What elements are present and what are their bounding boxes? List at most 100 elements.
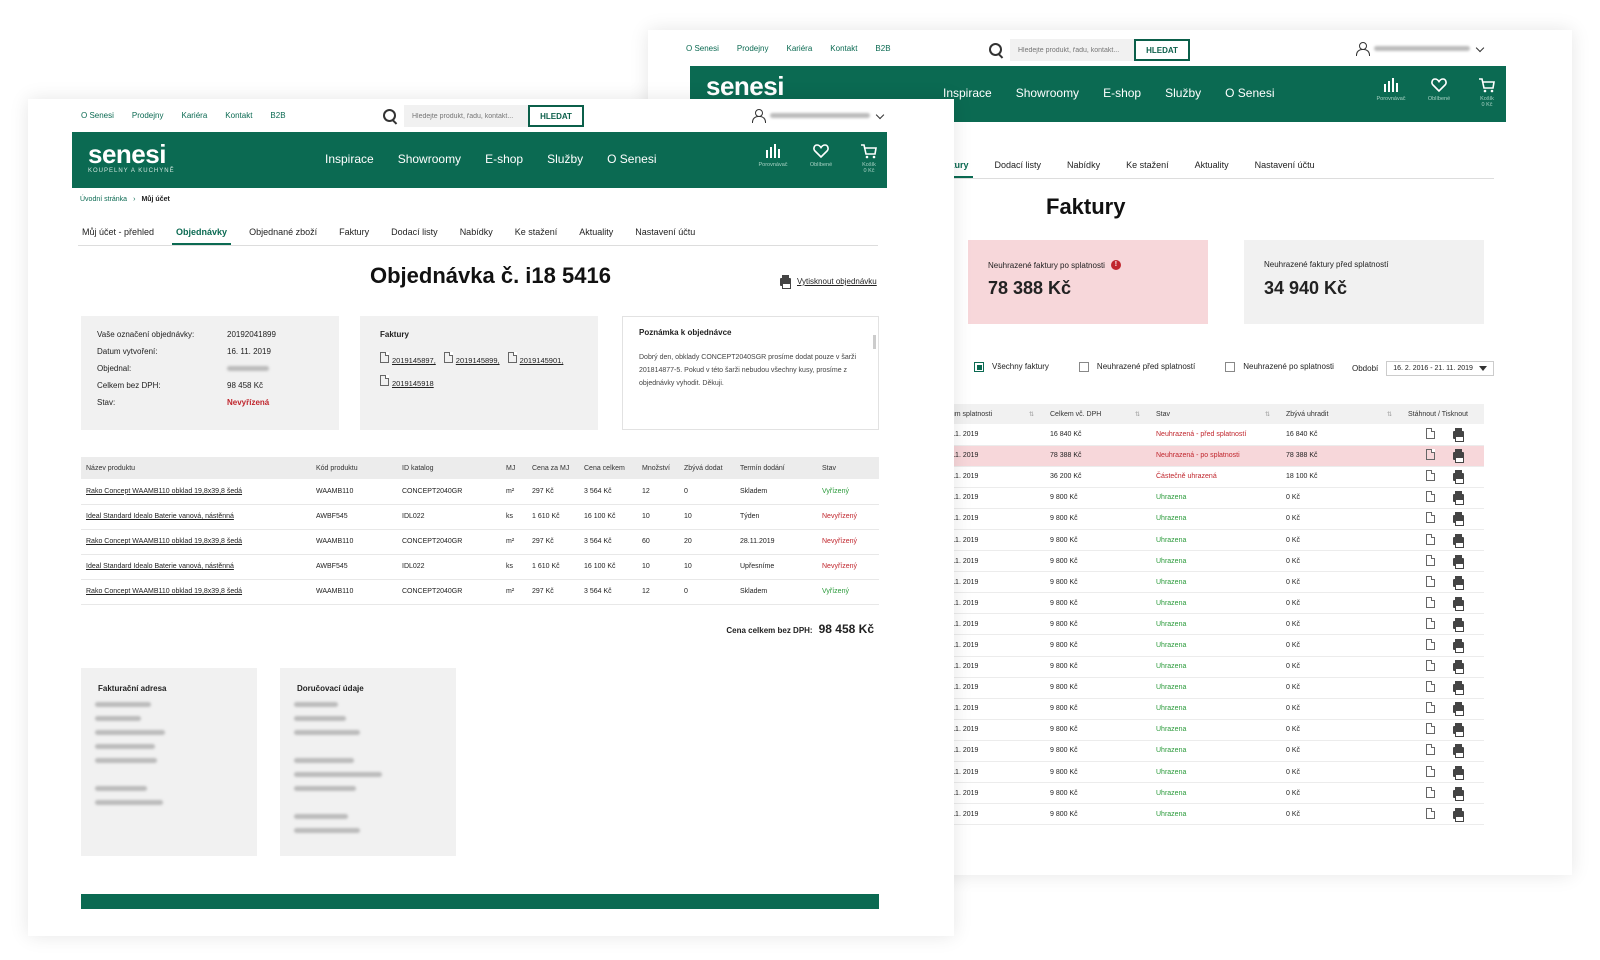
search-input[interactable]	[404, 105, 528, 127]
pdf-download-icon[interactable]	[1426, 807, 1435, 819]
tab-ke-stazeni[interactable]: Ke stažení	[1122, 160, 1173, 178]
product-name-link[interactable]: Rako Concept WAAMB110 obklad 19,8x39,8 š…	[81, 479, 311, 505]
top-link[interactable]: Kariéra	[181, 111, 207, 120]
search-button[interactable]: HLEDAT	[528, 105, 584, 127]
invoice-link[interactable]: 2019145899,	[443, 352, 500, 365]
column-header[interactable]: Zbývá uhradit ⇅	[1278, 404, 1400, 424]
invoice-link[interactable]: 2019145897,	[380, 352, 436, 365]
breadcrumb-home[interactable]: Úvodní stránka	[80, 196, 127, 203]
pdf-download-icon[interactable]	[1426, 702, 1435, 714]
nav-item[interactable]: Showroomy	[1016, 86, 1079, 100]
invoice-link[interactable]: 2019145918	[380, 375, 434, 388]
print-order-link[interactable]: Vytisknout objednávku	[780, 274, 877, 289]
column-header[interactable]: Stav ⇅	[1148, 404, 1278, 424]
search-icon[interactable]	[382, 108, 398, 124]
tab-nastaveni-uctu[interactable]: Nastavení účtu	[631, 227, 699, 245]
column-header[interactable]: Celkem vč. DPH ⇅	[1042, 404, 1148, 424]
tab-nastaveni-uctu[interactable]: Nastavení účtu	[1251, 160, 1319, 178]
printer-icon[interactable]	[1453, 575, 1464, 590]
pdf-download-icon[interactable]	[1426, 491, 1435, 503]
top-link[interactable]: Kariéra	[786, 44, 812, 53]
printer-icon[interactable]	[1453, 807, 1464, 822]
cart-button[interactable]: Košík 0 Kč	[854, 142, 884, 174]
product-name-link[interactable]: Rako Concept WAAMB110 obklad 19,8x39,8 š…	[81, 579, 311, 605]
printer-icon[interactable]	[1453, 786, 1464, 801]
tab-faktury[interactable]: Faktury	[335, 227, 373, 245]
pdf-download-icon[interactable]	[1426, 765, 1435, 777]
printer-icon[interactable]	[1453, 660, 1464, 675]
nav-item[interactable]: E-shop	[1103, 86, 1141, 100]
top-link[interactable]: Prodejny	[132, 111, 164, 120]
pdf-download-icon[interactable]	[1426, 723, 1435, 735]
printer-icon[interactable]	[1453, 596, 1464, 611]
product-name-link[interactable]: Ideal Standard Idealo Baterie vanová, ná…	[81, 504, 311, 530]
compare-button[interactable]: Porovnávač	[758, 142, 788, 174]
tab-objednane-zbozi[interactable]: Objednané zboží	[245, 227, 321, 245]
invoice-link[interactable]: 2019145901,	[507, 352, 563, 365]
pdf-download-icon[interactable]	[1426, 427, 1435, 439]
top-link[interactable]: O Senesi	[686, 44, 719, 53]
nav-item[interactable]: Inspirace	[325, 152, 374, 166]
favorites-button[interactable]: Oblíbené	[1424, 76, 1454, 108]
nav-item[interactable]: Showroomy	[398, 152, 461, 166]
printer-icon[interactable]	[1453, 554, 1464, 569]
printer-icon[interactable]	[1453, 449, 1464, 464]
tab-dodaci-listy[interactable]: Dodací listy	[387, 227, 442, 245]
printer-icon[interactable]	[1453, 512, 1464, 527]
tab-dodaci-listy[interactable]: Dodací listy	[991, 160, 1046, 178]
pdf-download-icon[interactable]	[1426, 533, 1435, 545]
tab-nabidky[interactable]: Nabídky	[456, 227, 497, 245]
nav-item[interactable]: Služby	[1165, 86, 1201, 100]
period-select[interactable]: 16. 2. 2016 - 21. 11. 2019	[1386, 361, 1494, 376]
printer-icon[interactable]	[1453, 470, 1464, 485]
nav-item[interactable]: O Senesi	[607, 152, 656, 166]
nav-item[interactable]: Inspirace	[943, 86, 992, 100]
printer-icon[interactable]	[1453, 744, 1464, 759]
filter-before-due[interactable]: Neuhrazené před splatností	[1078, 362, 1195, 372]
user-menu[interactable]	[1356, 42, 1484, 56]
pdf-download-icon[interactable]	[1426, 617, 1435, 629]
product-name-link[interactable]: Rako Concept WAAMB110 obklad 19,8x39,8 š…	[81, 529, 311, 555]
nav-item[interactable]: O Senesi	[1225, 86, 1274, 100]
tab-nabidky[interactable]: Nabídky	[1063, 160, 1104, 178]
search-icon[interactable]	[988, 42, 1004, 58]
pdf-download-icon[interactable]	[1426, 744, 1435, 756]
printer-icon[interactable]	[1453, 723, 1464, 738]
pdf-download-icon[interactable]	[1426, 681, 1435, 693]
printer-icon[interactable]	[1453, 617, 1464, 632]
logo[interactable]: senesi	[706, 73, 784, 99]
pdf-download-icon[interactable]	[1426, 596, 1435, 608]
note-scrollbar[interactable]	[873, 335, 876, 349]
nav-item[interactable]: Služby	[547, 152, 583, 166]
printer-icon[interactable]	[1453, 427, 1464, 442]
top-link[interactable]: Prodejny	[737, 44, 769, 53]
product-name-link[interactable]: Ideal Standard Idealo Baterie vanová, ná…	[81, 554, 311, 580]
filter-all[interactable]: Všechny faktury	[974, 362, 1049, 372]
pdf-download-icon[interactable]	[1426, 512, 1435, 524]
top-link[interactable]: B2B	[270, 111, 285, 120]
printer-icon[interactable]	[1453, 533, 1464, 548]
filter-after-due[interactable]: Neuhrazené po splatnosti	[1225, 362, 1334, 372]
top-link[interactable]: Kontakt	[830, 44, 857, 53]
pdf-download-icon[interactable]	[1426, 660, 1435, 672]
compare-button[interactable]: Porovnávač	[1376, 76, 1406, 108]
top-link[interactable]: B2B	[875, 44, 890, 53]
pdf-download-icon[interactable]	[1426, 554, 1435, 566]
tab-objednavky[interactable]: Objednávky	[172, 227, 232, 245]
search-button[interactable]: HLEDAT	[1134, 39, 1190, 61]
tab-aktuality[interactable]: Aktuality	[575, 227, 617, 245]
top-link[interactable]: O Senesi	[81, 111, 114, 120]
printer-icon[interactable]	[1453, 491, 1464, 506]
tab-aktuality[interactable]: Aktuality	[1191, 160, 1233, 178]
top-link[interactable]: Kontakt	[225, 111, 252, 120]
search-input[interactable]	[1010, 39, 1134, 61]
tab-ke-stazeni[interactable]: Ke stažení	[511, 227, 562, 245]
pdf-download-icon[interactable]	[1426, 470, 1435, 482]
printer-icon[interactable]	[1453, 638, 1464, 653]
printer-icon[interactable]	[1453, 765, 1464, 780]
favorites-button[interactable]: Oblíbené	[806, 142, 836, 174]
pdf-download-icon[interactable]	[1426, 786, 1435, 798]
nav-item[interactable]: E-shop	[485, 152, 523, 166]
pdf-download-icon[interactable]	[1426, 575, 1435, 587]
pdf-download-icon[interactable]	[1426, 449, 1435, 461]
